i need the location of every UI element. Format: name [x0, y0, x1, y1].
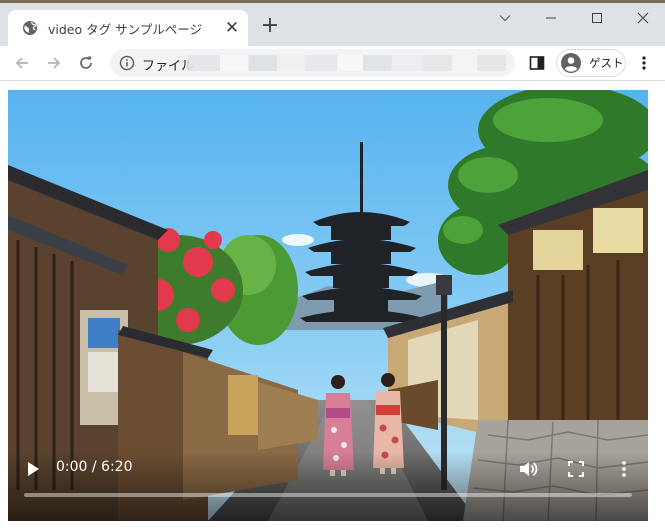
minimize-icon [546, 17, 556, 19]
side-panel-icon[interactable] [528, 54, 546, 72]
seek-bar[interactable] [24, 493, 632, 497]
kebab-menu-icon[interactable] [636, 55, 652, 71]
profile-label: ゲスト [589, 56, 624, 70]
reload-icon [80, 56, 92, 69]
tab-title: video タグ サンプルページ [48, 22, 202, 37]
page-content: 0:00 / 6:20 [0, 81, 665, 531]
back-button[interactable] [11, 52, 33, 74]
window-close-button[interactable] [620, 5, 665, 31]
browser-toolbar: ファイル ゲスト [0, 46, 665, 81]
title-bar: video タグ サンプルページ ✕ + [0, 0, 665, 46]
video-player[interactable]: 0:00 / 6:20 [8, 90, 648, 521]
volume-icon[interactable] [518, 459, 538, 479]
globe-icon [23, 21, 37, 35]
profile-button[interactable]: ゲスト [556, 49, 626, 77]
new-tab-button[interactable]: + [258, 14, 282, 38]
address-bar[interactable]: ファイル [110, 49, 515, 77]
time-display: 0:00 / 6:20 [56, 459, 133, 475]
arrow-right-icon [48, 57, 61, 69]
maximize-icon [592, 13, 602, 23]
info-icon[interactable] [119, 55, 135, 71]
fullscreen-icon[interactable] [567, 460, 585, 478]
play-icon[interactable] [24, 460, 42, 478]
chevron-down-icon [499, 15, 511, 22]
close-tab-icon[interactable]: ✕ [222, 18, 242, 38]
tab-search-button[interactable] [482, 5, 528, 31]
obscured-url[interactable] [188, 55, 506, 71]
browser-tab[interactable]: video タグ サンプルページ ✕ [8, 10, 248, 46]
minimize-button[interactable] [528, 5, 574, 31]
maximize-button[interactable] [574, 5, 620, 31]
forward-button[interactable] [43, 52, 65, 74]
url-scheme-label: ファイル [142, 59, 195, 74]
arrow-left-icon [15, 57, 28, 69]
more-options-icon[interactable] [618, 460, 630, 478]
close-icon [637, 12, 649, 24]
reload-button[interactable] [75, 52, 97, 74]
person-icon [561, 53, 581, 73]
